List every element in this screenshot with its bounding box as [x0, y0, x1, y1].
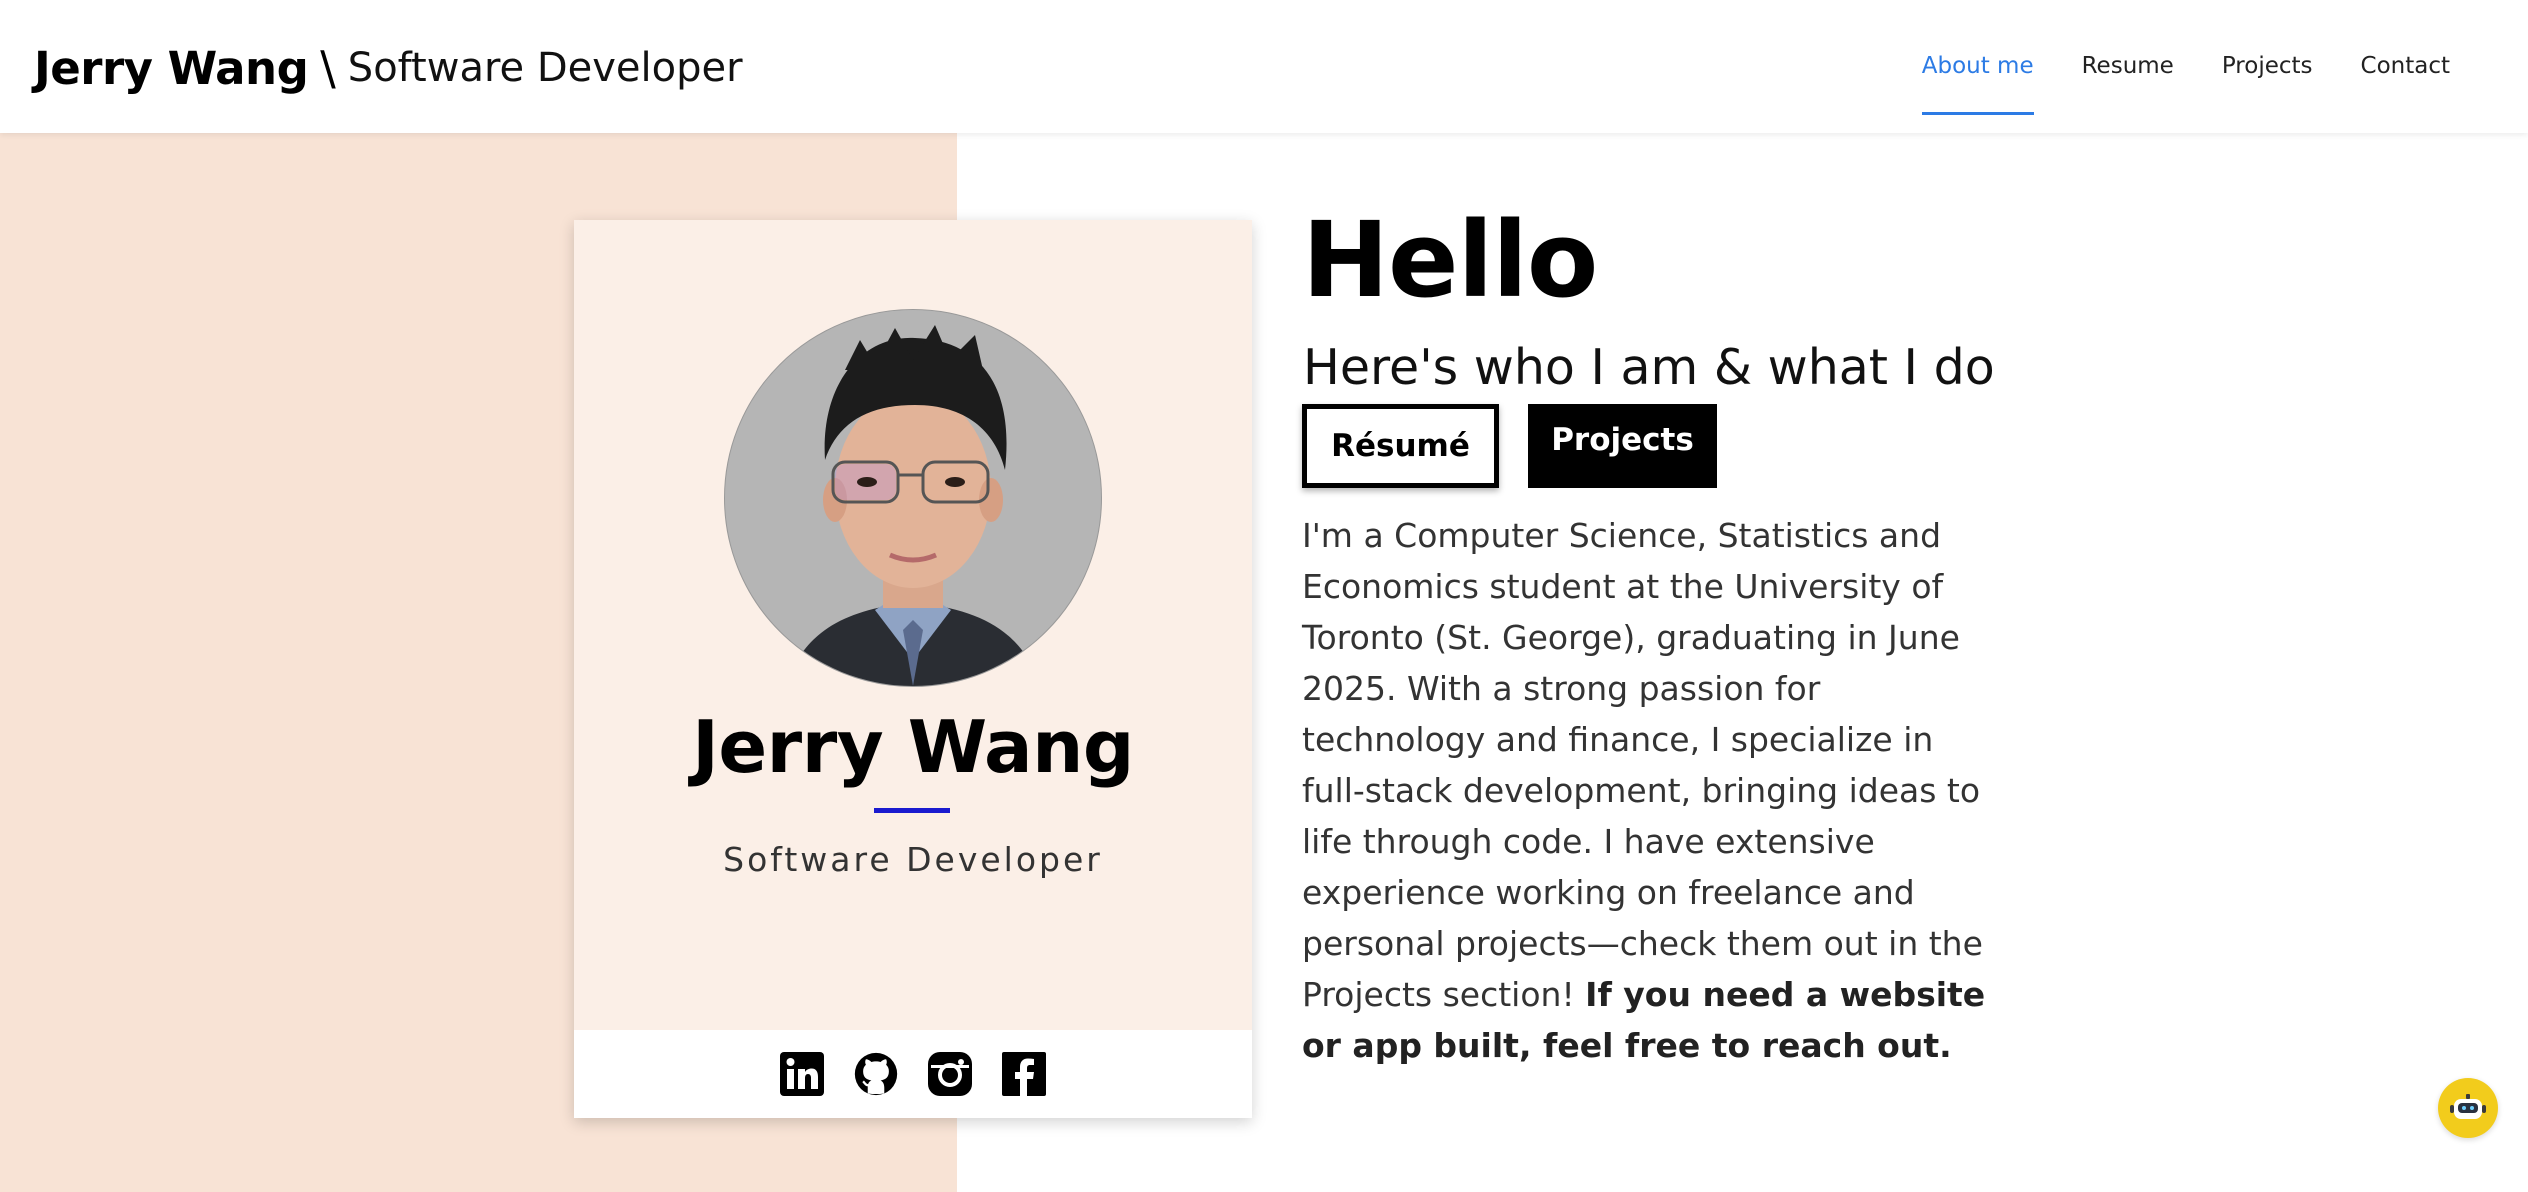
social-links — [574, 1030, 1252, 1118]
robot-icon — [2450, 1094, 2486, 1119]
bio-paragraph: I'm a Computer Science, Statistics and E… — [1302, 510, 1992, 1071]
nav-about-me[interactable]: About me — [1898, 0, 2058, 133]
profile-card: Jerry Wang Software Developer — [574, 220, 1252, 1118]
profile-photo — [724, 309, 1102, 687]
profile-photo-illustration — [725, 310, 1101, 686]
card-name: Jerry Wang — [692, 705, 1134, 789]
nav-resume[interactable]: Resume — [2058, 0, 2198, 133]
instagram-icon[interactable] — [927, 1051, 973, 1097]
brand[interactable]: Jerry Wang \ Software Developer — [34, 38, 743, 98]
intro-subtitle: Here's who I am & what I do — [1303, 339, 1995, 396]
card-divider — [874, 808, 950, 813]
linkedin-icon[interactable] — [779, 1051, 825, 1097]
brand-role: Software Developer — [347, 45, 743, 91]
main-nav: About me Resume Projects Contact — [1898, 0, 2474, 133]
bio-text: I'm a Computer Science, Statistics and E… — [1302, 516, 1983, 1014]
brand-name: Jerry Wang — [34, 41, 309, 95]
facebook-icon[interactable] — [1001, 1051, 1047, 1097]
projects-button[interactable]: Projects — [1528, 404, 1717, 488]
site-header: Jerry Wang \ Software Developer About me… — [0, 0, 2528, 133]
nav-projects[interactable]: Projects — [2198, 0, 2337, 133]
hello-heading: Hello — [1302, 199, 1598, 321]
resume-button[interactable]: Résumé — [1302, 404, 1499, 488]
chatbot-button[interactable] — [2438, 1078, 2498, 1138]
card-role: Software Developer — [723, 840, 1103, 879]
nav-contact[interactable]: Contact — [2337, 0, 2474, 133]
github-icon[interactable] — [853, 1051, 899, 1097]
brand-separator: \ — [320, 41, 336, 95]
